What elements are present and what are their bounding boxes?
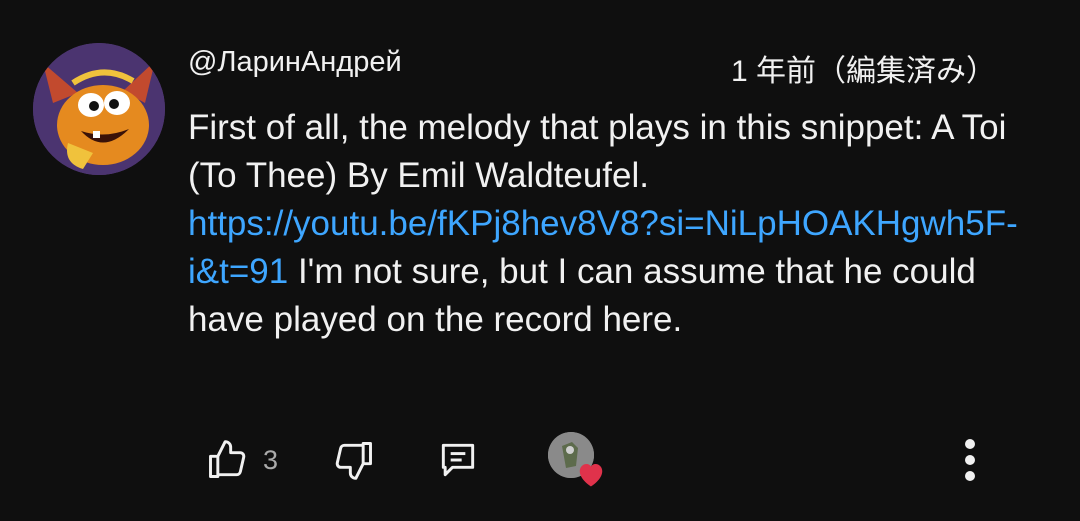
comment-action-bar: 3 (0, 430, 1080, 490)
comment-text-part: First of all, the melody that plays in t… (188, 108, 1007, 195)
author-avatar[interactable] (33, 43, 165, 175)
creator-heart (548, 432, 608, 490)
avatar-image (33, 43, 165, 175)
dislike-button[interactable] (330, 436, 378, 484)
thumbs-down-icon (335, 442, 372, 480)
comment-text: First of all, the melody that plays in t… (188, 104, 1018, 344)
comment-author[interactable]: @ЛаринАндрей (188, 44, 402, 80)
comment-text-part: I'm not sure, but I can assume that he c… (188, 252, 976, 339)
comment-icon (441, 443, 475, 477)
more-vertical-icon (965, 439, 975, 481)
like-count: 3 (263, 444, 279, 475)
like-button[interactable]: 3 (205, 436, 278, 484)
reply-button[interactable] (434, 436, 482, 484)
more-options-button[interactable] (950, 432, 990, 488)
thumbs-up-icon (209, 440, 246, 478)
comment-timestamp: 1 年前（編集済み） (730, 55, 996, 88)
heart-icon (579, 464, 603, 487)
